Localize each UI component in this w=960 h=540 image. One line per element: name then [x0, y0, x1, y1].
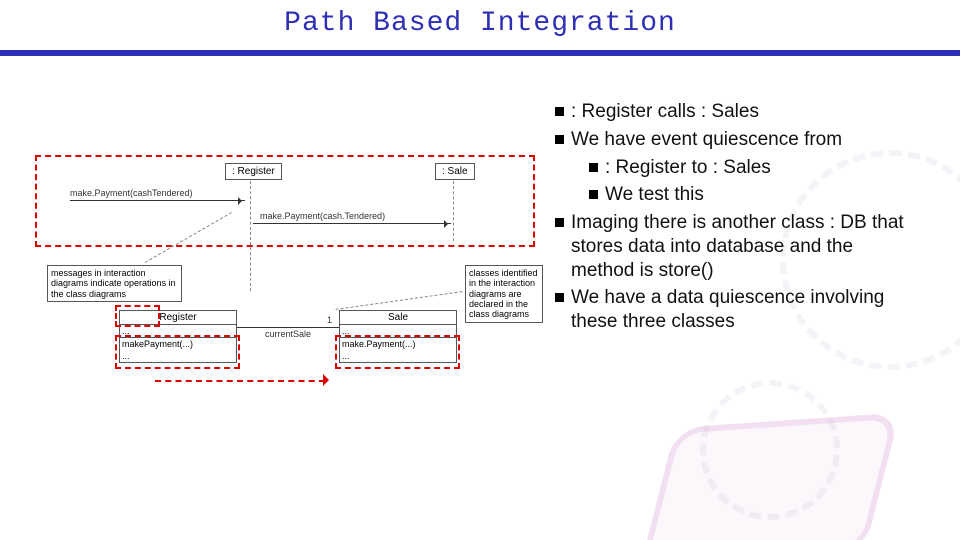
association-line	[237, 327, 339, 328]
lifeline-register	[250, 181, 251, 291]
page-title: Path Based Integration	[0, 8, 960, 39]
bullet-icon	[589, 190, 598, 199]
red-connector	[155, 380, 325, 382]
lifeline-sale	[453, 181, 454, 241]
note-left: messages in interaction diagrams indicat…	[47, 265, 182, 302]
bullet-icon	[589, 163, 598, 172]
class-sale-name: Sale	[340, 311, 456, 325]
bullet-panel: : Register calls : Sales We have event q…	[555, 100, 915, 338]
seq-head-register: : Register	[225, 163, 282, 180]
bullet-icon	[555, 135, 564, 144]
note-right: classes identified in the interaction di…	[465, 265, 543, 323]
bullet-icon	[555, 293, 564, 302]
bullet-icon	[555, 218, 564, 227]
highlight-box-register-op	[115, 335, 240, 369]
bullet-icon	[555, 107, 564, 116]
highlight-box-classname	[115, 305, 160, 327]
note-link-right	[336, 291, 463, 310]
msg-b-label: make.Payment(cash.Tendered)	[260, 211, 385, 221]
bg-rhombus	[640, 412, 900, 540]
bullet-item: : Register calls : Sales	[555, 100, 915, 124]
bullet-item-sub: : Register to : Sales	[589, 156, 915, 180]
bullet-item: We have event quiescence from	[555, 128, 915, 152]
bullet-item: We have a data quiescence involving thes…	[555, 286, 915, 334]
uml-diagram: : Register : Sale make.Payment(cashTende…	[35, 155, 535, 475]
msg-a-label: make.Payment(cashTendered)	[70, 188, 193, 198]
msg-makepayment-fwd	[253, 223, 451, 224]
assoc-label: currentSale	[265, 329, 311, 339]
bullet-item-sub: We test this	[589, 183, 915, 207]
red-arrow-icon	[323, 374, 335, 386]
highlight-box-sale-op	[335, 335, 460, 369]
bullet-item: Imaging there is another class : DB that…	[555, 211, 915, 282]
seq-head-sale: : Sale	[435, 163, 475, 180]
title-rule-bot	[0, 54, 960, 56]
assoc-mult: 1	[327, 315, 332, 325]
msg-makepayment-in	[70, 200, 245, 201]
